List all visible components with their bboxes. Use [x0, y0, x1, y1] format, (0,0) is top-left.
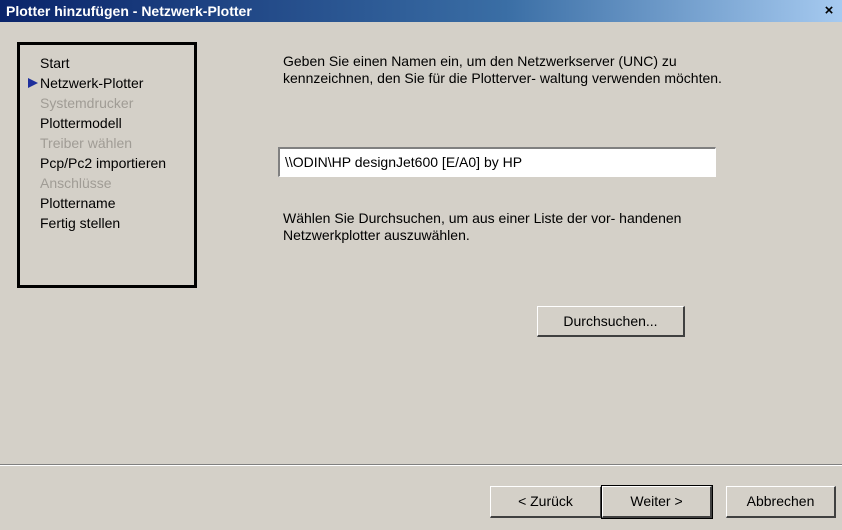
step-start: Start	[40, 55, 70, 71]
step-fertig-stellen: Fertig stellen	[40, 215, 121, 231]
step-systemdrucker: Systemdrucker	[40, 95, 134, 111]
server-name-input[interactable]: \\ODIN\HP designJet600 [E/A0] by HP	[278, 147, 716, 177]
step-plottername: Plottername	[40, 195, 116, 211]
step-pcp-pc2-importieren: Pcp/Pc2 importieren	[40, 155, 167, 171]
current-step-arrow-icon	[28, 78, 38, 88]
wizard-steps-panel: Start Netzwerk-Plotter Systemdrucker Plo…	[17, 42, 197, 288]
step-anschluesse: Anschlüsse	[40, 175, 112, 191]
intro-instructions: Geben Sie einen Namen ein, um den Netzwe…	[283, 53, 722, 86]
step-plottermodell: Plottermodell	[40, 115, 122, 131]
footer-divider	[0, 464, 842, 466]
back-button[interactable]: < Zurück	[490, 486, 602, 518]
window-title: Plotter hinzufügen - Netzwerk-Plotter	[6, 3, 252, 19]
step-netzwerk-plotter: Netzwerk-Plotter	[28, 73, 194, 93]
close-button[interactable]: ×	[820, 2, 838, 19]
next-button[interactable]: Weiter >	[601, 485, 713, 519]
close-icon: ×	[824, 2, 834, 19]
step-treiber-waehlen: Treiber wählen	[40, 135, 133, 151]
cancel-button[interactable]: Abbrechen	[726, 486, 836, 518]
browse-button[interactable]: Durchsuchen...	[537, 306, 685, 337]
title-bar: Plotter hinzufügen - Netzwerk-Plotter ×	[0, 0, 842, 22]
browse-instructions: Wählen Sie Durchsuchen, um aus einer Lis…	[283, 210, 682, 243]
